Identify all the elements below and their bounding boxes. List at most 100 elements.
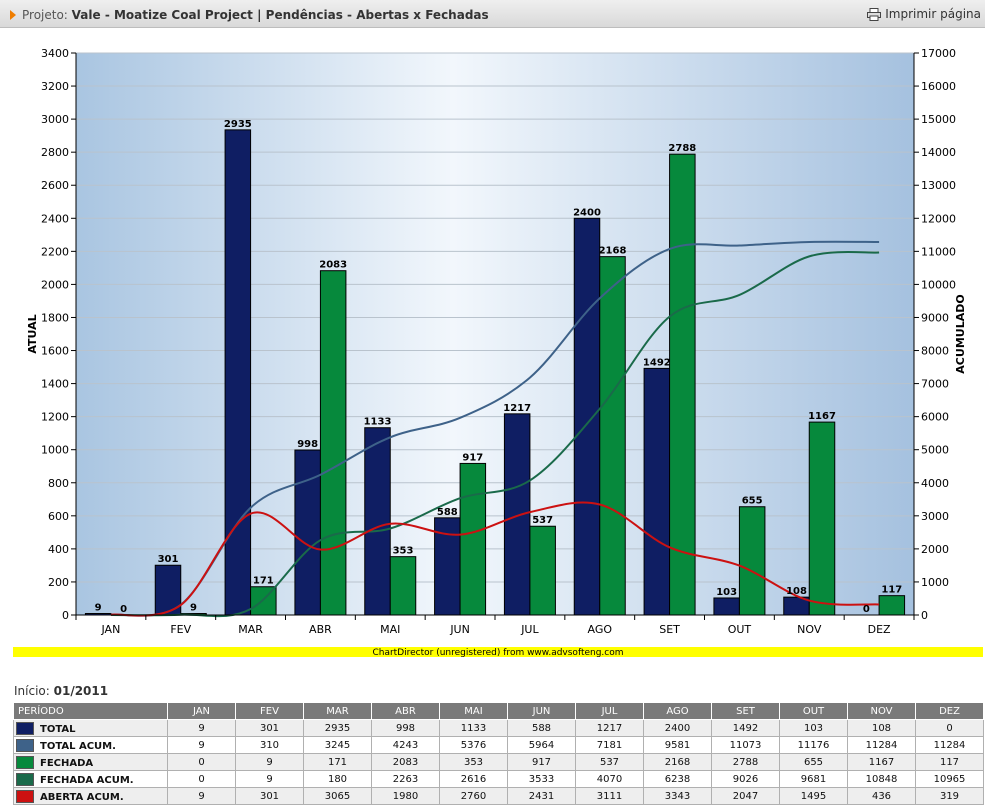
total-bar-value-label: 1217: [503, 403, 531, 414]
printer-icon: [867, 8, 882, 21]
y2-tick-label: 12000: [921, 212, 956, 225]
y2-tick-label: 8000: [921, 345, 949, 358]
table-cell: 171: [303, 753, 372, 771]
x-tick-label: SET: [659, 623, 680, 636]
page-header: Projeto: Vale - Moatize Coal Project | P…: [0, 0, 985, 28]
total-bar-value-label: 9: [95, 603, 102, 614]
y-tick-label: 0: [62, 609, 69, 622]
month-header: JUN: [507, 702, 576, 720]
table-cell: 117: [915, 753, 984, 771]
fechada-bar: [878, 595, 906, 616]
total-bar: [573, 217, 601, 616]
y2-tick-label: 7000: [921, 378, 949, 391]
y2-tick-label: 1000: [921, 576, 949, 589]
print-page-button[interactable]: Imprimir página: [867, 7, 981, 21]
y-tick-label: 2000: [41, 278, 69, 291]
fechada-bar-value-label: 2168: [599, 246, 627, 257]
table-cell: 11284: [915, 736, 984, 754]
y2-tick-label: 5000: [921, 444, 949, 457]
table-cell: 4070: [575, 770, 644, 788]
table-cell: 1980: [371, 787, 440, 805]
table-row: TOTAL 9 301 2935 998 1133 588 1217 2400 1492 103 10…: [13, 719, 984, 737]
table-cell: 310: [235, 736, 304, 754]
table-cell: 11284: [847, 736, 916, 754]
table-cell: 1492: [711, 719, 780, 737]
table-cell: 3065: [303, 787, 372, 805]
table-cell: 3111: [575, 787, 644, 805]
y-tick-label: 2200: [41, 245, 69, 258]
bar-line-chart: 0 200 400 600 800 1000 1200 1400 1600 1800 2000 220…: [0, 30, 985, 662]
table-row: TOTAL ACUM. 9 310 3245 4243 5376 5964 7181 9581 1…: [13, 736, 984, 754]
y2-tick-label: 9000: [921, 311, 949, 324]
fechada-bar: [459, 462, 487, 616]
fechada-bar-value-label: 1167: [808, 411, 836, 422]
legend-swatch: [16, 772, 34, 786]
month-header: AGO: [643, 702, 712, 720]
x-tick-label: ABR: [309, 623, 332, 636]
total-bar: [294, 449, 321, 616]
y2-tick-label: 14000: [921, 146, 956, 159]
series-name: FECHADA ACUM.: [40, 774, 134, 786]
table-cell: 2788: [711, 753, 780, 771]
y-tick-label: 2600: [41, 179, 69, 192]
table-cell: 3533: [507, 770, 576, 788]
x-tick-label: MAI: [380, 623, 400, 636]
row-label: TOTAL: [13, 719, 168, 737]
table-cell: 319: [915, 787, 984, 805]
total-bar-value-label: 1492: [643, 357, 671, 368]
row-label: FECHADA ACUM.: [13, 770, 168, 788]
table-row: FECHADA 0 9 171 2083 353 917 537 2168 2788 655 1167…: [13, 753, 984, 771]
table-cell: 180: [303, 770, 372, 788]
legend-swatch: [16, 789, 34, 803]
table-cell: 9: [235, 770, 304, 788]
y-tick-label: 2400: [41, 212, 69, 225]
fechada-bar-value-label: 917: [462, 452, 483, 463]
table-cell: 6238: [643, 770, 712, 788]
table-cell: 537: [575, 753, 644, 771]
y2-tick-label: 15000: [921, 113, 956, 126]
series-name: FECHADA: [40, 757, 94, 769]
table-cell: 1495: [779, 787, 848, 805]
y-tick-label: 3200: [41, 80, 69, 93]
table-row: ABERTA ACUM. 9 301 3065 1980 2760 2431 3111 3343…: [13, 787, 984, 805]
total-bar: [643, 367, 671, 616]
x-tick-label: FEV: [170, 623, 191, 636]
table-cell: 5964: [507, 736, 576, 754]
month-header: NOV: [847, 702, 916, 720]
month-header: ABR: [371, 702, 440, 720]
total-bar: [713, 597, 740, 616]
table-cell: 917: [507, 753, 576, 771]
y2-tick-label: 2000: [921, 543, 949, 556]
month-header: JAN: [167, 702, 236, 720]
table-cell: 7181: [575, 736, 644, 754]
table-cell: 10848: [847, 770, 916, 788]
fechada-bar: [738, 506, 766, 616]
x-tick-label: NOV: [797, 623, 822, 636]
total-bar-value-label: 588: [437, 507, 458, 518]
y-tick-label: 600: [48, 510, 69, 523]
table-cell: 0: [167, 753, 236, 771]
fechada-bar-value-label: 537: [532, 515, 553, 526]
table-cell: 4243: [371, 736, 440, 754]
table-cell: 9026: [711, 770, 780, 788]
start-date: Início: 01/2011: [14, 684, 109, 698]
y-tick-label: 400: [48, 543, 69, 556]
x-tick-label: OUT: [728, 623, 752, 636]
table-cell: 588: [507, 719, 576, 737]
x-tick-label: MAR: [238, 623, 263, 636]
table-cell: 2935: [303, 719, 372, 737]
total-bar-value-label: 998: [297, 439, 318, 450]
table-cell: 108: [847, 719, 916, 737]
total-bar-value-label: 103: [716, 587, 737, 598]
table-cell: 2431: [507, 787, 576, 805]
legend-swatch: [16, 755, 34, 769]
y-tick-label: 2800: [41, 146, 69, 159]
fechada-bar-value-label: 655: [742, 496, 763, 507]
table-row: FECHADA ACUM. 0 9 180 2263 2616 3533 4070 6238 90…: [13, 770, 984, 788]
table-cell: 2400: [643, 719, 712, 737]
legend-swatch: [16, 738, 34, 752]
y-axis-label: ATUAL: [26, 314, 39, 353]
total-bar-value-label: 301: [158, 554, 179, 565]
table-cell: 0: [167, 770, 236, 788]
table-cell: 2263: [371, 770, 440, 788]
